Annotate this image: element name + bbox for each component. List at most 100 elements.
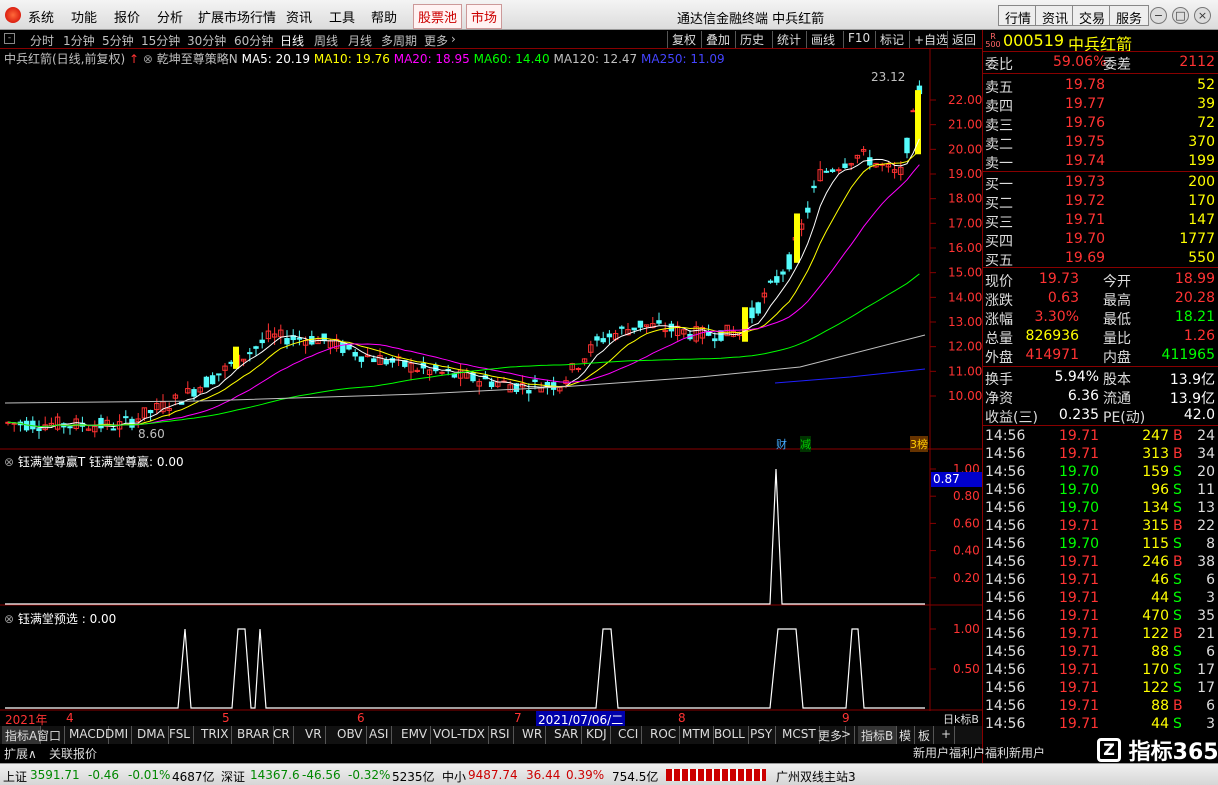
promo-text[interactable]: 新用户福利户福利新用户 <box>913 744 1045 761</box>
tool-statistics[interactable]: 统计 <box>772 31 805 48</box>
period-daily[interactable]: 日线 <box>280 32 304 49</box>
tick-price: 19.71 <box>1059 590 1100 606</box>
indicator-tab-23[interactable]: MCST <box>779 726 820 744</box>
indicator-tab-19[interactable]: ROC <box>647 726 681 744</box>
ind2-axis-label: 0.50 <box>953 662 980 676</box>
tick-volume: 122 <box>1142 680 1169 696</box>
candle-body <box>216 373 222 376</box>
period-15min[interactable]: 15分钟 <box>141 32 180 49</box>
menu-quote[interactable]: 报价 <box>114 7 140 26</box>
tick-time: 14:56 <box>985 698 1026 714</box>
sell-price: 19.77 <box>1065 96 1106 112</box>
tool-mark[interactable]: 标记 <box>875 31 908 48</box>
indicator-tab-12[interactable]: EMV <box>398 726 432 744</box>
indicator-tab-1[interactable]: 窗口 <box>34 726 66 744</box>
menu-system[interactable]: 系统 <box>28 7 54 26</box>
indicator-tab-14[interactable]: RSI <box>487 726 514 744</box>
stat-row-3: 总量 826936 量比 1.26 <box>983 327 1218 347</box>
close-icon[interactable]: × <box>1194 7 1211 24</box>
indicator-tab-29[interactable]: + <box>938 726 956 744</box>
menu-function[interactable]: 功能 <box>71 7 97 26</box>
indicator-tab-5[interactable]: FSL <box>166 726 194 744</box>
tool-adjust[interactable]: 复权 <box>667 31 700 48</box>
period-monthly[interactable]: 月线 <box>348 32 372 49</box>
menu-stock-pool[interactable]: 股票池 <box>413 4 463 29</box>
period-30min[interactable]: 30分钟 <box>187 32 226 49</box>
period-60min[interactable]: 60分钟 <box>234 32 273 49</box>
indicator-tab-28[interactable]: 板 <box>915 726 935 744</box>
indicator-tab-6[interactable]: TRIX <box>198 726 233 744</box>
indicator-tab-16[interactable]: SAR <box>551 726 583 744</box>
collapse-icon[interactable]: - <box>4 33 15 44</box>
indicator-tab-7[interactable]: BRAR <box>234 726 274 744</box>
indicator-tab-26[interactable]: 指标B <box>858 726 898 744</box>
period-1min[interactable]: 1分钟 <box>63 32 95 49</box>
indicator-tab-8[interactable]: CR <box>270 726 294 744</box>
tick-volume: 134 <box>1142 500 1169 516</box>
tick-count: 11 <box>1197 482 1215 498</box>
indicator1-toggle-icon[interactable]: ⊗ <box>4 455 14 469</box>
stat-label: 最高 <box>1103 293 1131 309</box>
service-button[interactable]: 服务 <box>1109 5 1150 27</box>
tool-history[interactable]: 历史 <box>735 31 768 48</box>
tool-overlay[interactable]: 叠加 <box>701 31 734 48</box>
stat-value: 13.9亿 <box>1169 372 1215 388</box>
time-label-4: 4 <box>66 711 74 725</box>
indicator-tab-9[interactable]: VR <box>302 726 326 744</box>
kline-chart-svg[interactable]: 22.00 21.00 20.00 19.00 18.00 17.00 16.00 15.00… <box>0 49 982 711</box>
minimize-icon[interactable]: − <box>1150 7 1167 24</box>
server-name[interactable]: 广州双线主站3 <box>776 768 856 785</box>
strategy-toggle-icon[interactable]: ⊗ <box>143 52 153 66</box>
indicator-tab-17[interactable]: KDJ <box>583 726 611 744</box>
stat-value: 18.21 <box>1174 309 1215 325</box>
news-button[interactable]: 资讯 <box>1035 5 1076 27</box>
indicator-tab-22[interactable]: PSY <box>747 726 777 744</box>
indicator2-toggle-icon[interactable]: ⊗ <box>4 612 14 626</box>
indicator-tab-4[interactable]: DMA <box>134 726 169 744</box>
indicator-tab-27[interactable]: 模 <box>896 726 916 744</box>
period-timeshare[interactable]: 分时 <box>30 32 54 49</box>
finance-badge[interactable]: 财 <box>776 436 787 452</box>
candle-body <box>67 426 73 429</box>
indicator-tab-11[interactable]: ASI <box>366 726 393 744</box>
candle-body <box>203 376 210 388</box>
menu-help[interactable]: 帮助 <box>371 7 397 26</box>
period-5min[interactable]: 5分钟 <box>102 32 134 49</box>
period-multi[interactable]: 多周期 <box>381 32 417 49</box>
indicator-tab-20[interactable]: MTM <box>679 726 715 744</box>
kline-chart-area[interactable]: 22.00 21.00 20.00 19.00 18.00 17.00 16.00 15.00… <box>0 49 982 711</box>
indicator-tab-21[interactable]: BOLL <box>711 726 749 744</box>
quote-button[interactable]: 行情 <box>998 5 1039 27</box>
indicator-tab-18[interactable]: CCI <box>615 726 643 744</box>
tick-time: 14:56 <box>985 572 1026 588</box>
indicator-tab-13[interactable]: VOL-TDX <box>430 726 489 744</box>
price-axis-label: 18.00 <box>948 192 982 206</box>
period-more[interactable]: 更多 <box>424 32 448 49</box>
tool-f10[interactable]: F10 <box>843 31 874 48</box>
indicator-tab-10[interactable]: OBV <box>334 726 367 744</box>
tool-back[interactable]: 返回 <box>947 31 980 48</box>
extend-toggle[interactable]: 扩展∧ <box>4 745 37 762</box>
period-weekly[interactable]: 周线 <box>314 32 338 49</box>
menu-tools[interactable]: 工具 <box>329 7 355 26</box>
trade-button[interactable]: 交易 <box>1072 5 1113 27</box>
reduce-badge[interactable]: 减 <box>800 436 811 452</box>
maximize-icon[interactable]: □ <box>1172 7 1189 24</box>
related-quote-tab[interactable]: 关联报价 <box>49 745 97 762</box>
sh-index-pct: -0.01% <box>128 768 171 782</box>
menu-extended-market[interactable]: 扩展市场行情 <box>198 7 276 26</box>
menu-market[interactable]: 市场 <box>466 4 503 29</box>
rank-badge[interactable]: 3榜 <box>910 436 928 452</box>
period-more-arrow-icon[interactable]: › <box>451 32 456 46</box>
menu-news[interactable]: 资讯 <box>286 7 312 26</box>
indicator-tab-15[interactable]: WR <box>519 726 547 744</box>
tick-direction: S <box>1173 608 1182 624</box>
indicator-tab-3[interactable]: DMI <box>102 726 133 744</box>
tool-add-watchlist[interactable]: +自选 <box>909 31 952 48</box>
menu-analysis[interactable]: 分析 <box>157 7 183 26</box>
tool-draw[interactable]: 画线 <box>806 31 839 48</box>
zx-index-pct: 0.39% <box>566 768 605 782</box>
kline-type-label[interactable]: 日k标B <box>943 711 979 727</box>
indicator-tab-25[interactable]: > <box>838 726 856 744</box>
indicator-tabs: 指标A 窗口 MACD DMI DMA FSL TRIX BRAR CR VR OBV ASI EMV V… <box>0 726 982 744</box>
